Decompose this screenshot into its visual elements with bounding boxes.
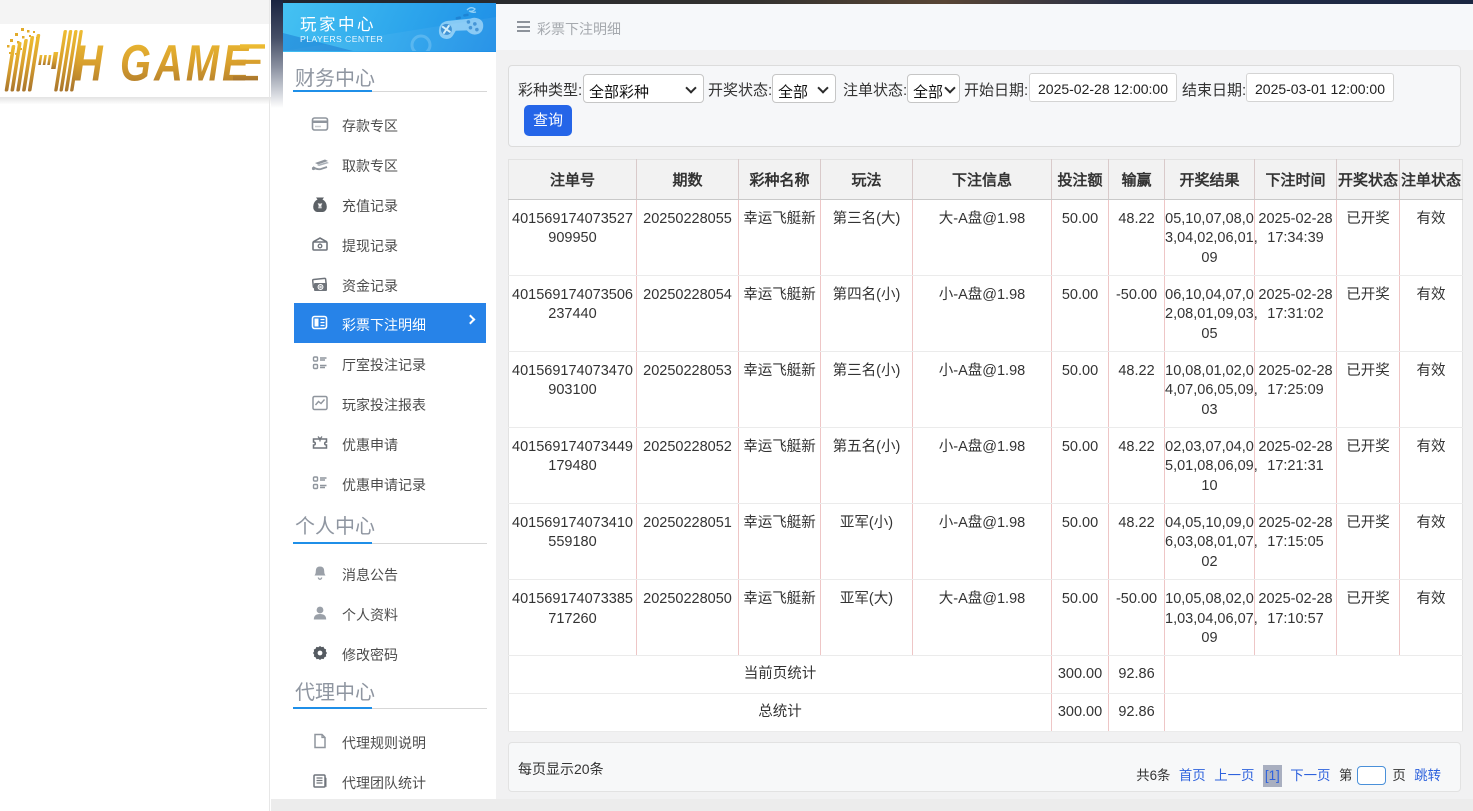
svg-text:H GAME: H GAME (74, 35, 252, 92)
